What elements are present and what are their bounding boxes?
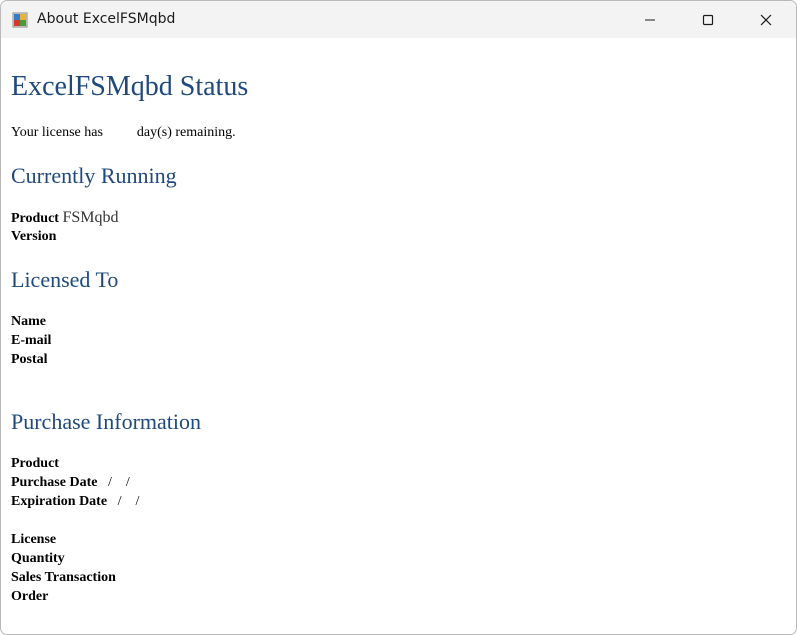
currently-running-heading: Currently Running <box>11 163 177 188</box>
license-text-before: Your license has <box>11 125 103 140</box>
name-label: Name <box>11 314 46 329</box>
email-label: E-mail <box>11 333 52 348</box>
status-content: ExcelFSMqbd Status Your license has day(s… <box>11 38 796 634</box>
app-icon <box>12 12 28 28</box>
purchase-information-heading: Purchase Information <box>11 409 201 434</box>
window-title: About ExcelFSMqbd <box>37 11 176 27</box>
purchase-product-label: Product <box>11 456 59 471</box>
quantity-label: Quantity <box>11 551 65 566</box>
purchase-date-row: Purchase Date / / <box>11 475 130 491</box>
maximize-icon <box>702 14 714 25</box>
order-label: Order <box>11 589 49 604</box>
maximize-button[interactable] <box>685 1 731 38</box>
licensed-to-heading: Licensed To <box>11 267 119 292</box>
sales-transaction-label: Sales Transaction <box>11 570 116 585</box>
page-title: ExcelFSMqbd Status <box>11 71 249 102</box>
running-product-value: FSMqbd <box>62 209 119 226</box>
purchase-date-label: Purchase Date <box>11 475 98 490</box>
license-remaining: Your license has day(s) remaining. <box>11 125 236 141</box>
minimize-button[interactable] <box>627 1 673 38</box>
minimize-icon <box>645 19 655 20</box>
running-product-row: Product FSMqbd <box>11 209 119 227</box>
version-label: Version <box>11 229 57 244</box>
title-bar[interactable]: About ExcelFSMqbd <box>1 1 796 38</box>
running-product-label: Product <box>11 211 59 226</box>
expiration-date-label: Expiration Date <box>11 494 108 509</box>
close-button[interactable] <box>743 1 789 38</box>
license-label: License <box>11 532 57 547</box>
close-icon <box>760 14 772 25</box>
expiration-date-row: Expiration Date / / <box>11 494 139 510</box>
license-text-after: day(s) remaining. <box>136 125 236 140</box>
expiration-date-value: / / <box>117 494 140 509</box>
postal-label: Postal <box>11 352 48 367</box>
about-window: About ExcelFSMqbd ExcelFSMqbd Status You… <box>0 0 797 635</box>
purchase-date-value: / / <box>107 475 130 490</box>
